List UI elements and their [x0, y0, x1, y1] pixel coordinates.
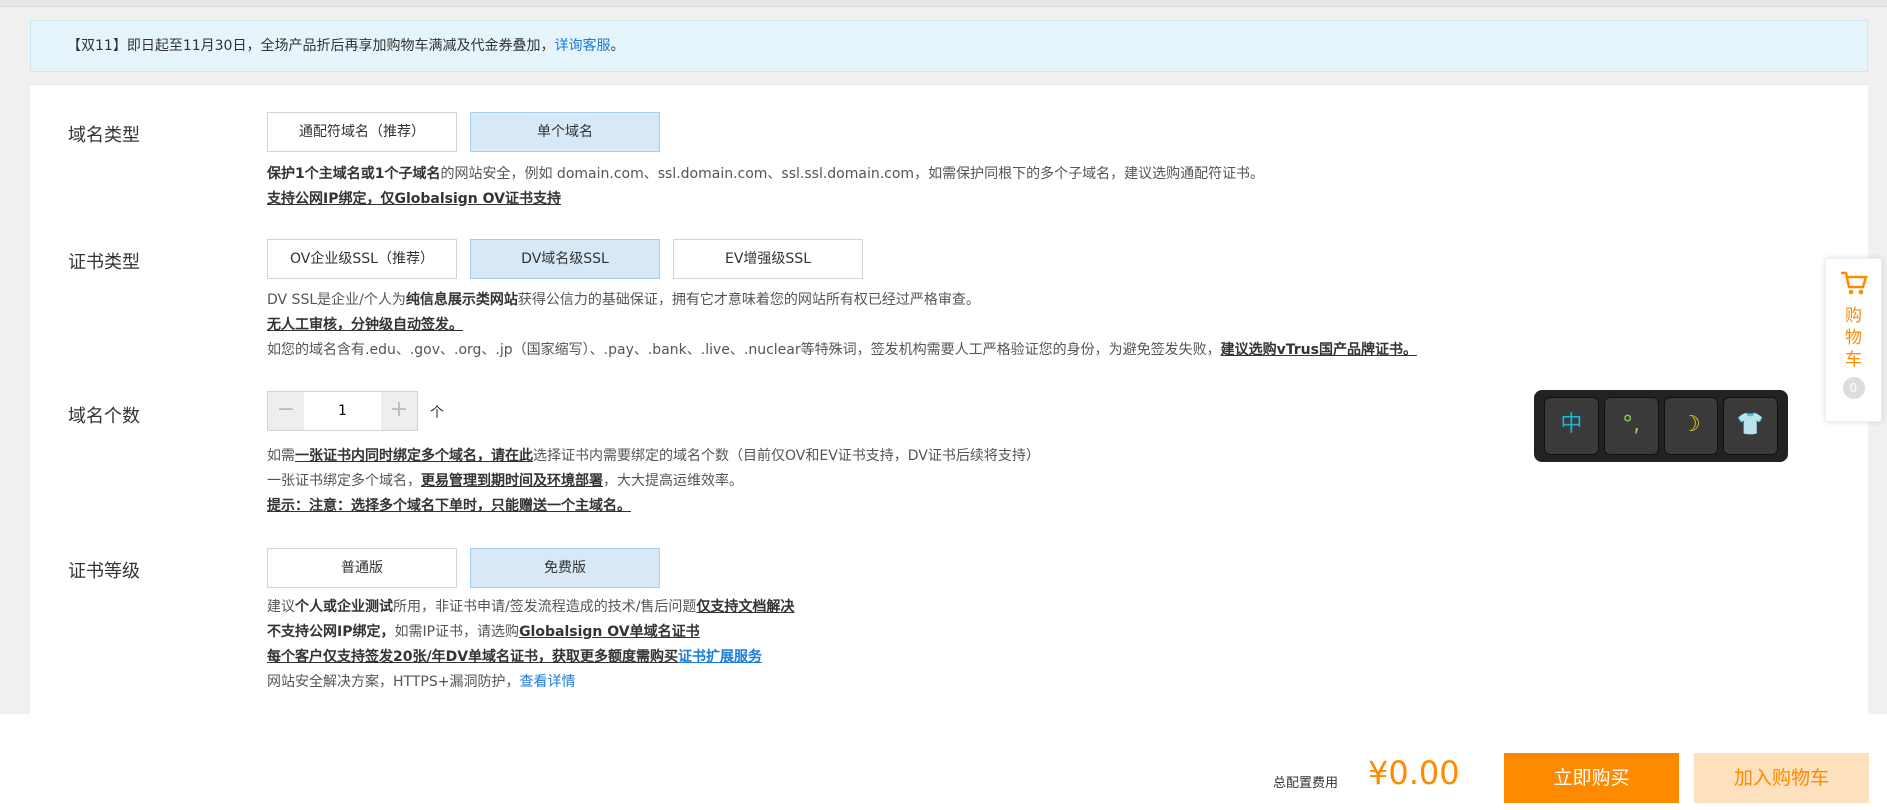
ime-skin-icon[interactable]: 👕 — [1723, 397, 1778, 455]
cart-label: 购物车 — [1845, 306, 1862, 370]
auto-issue-link[interactable]: 无人工审核，分钟级自动签发。 — [267, 317, 463, 333]
easy-manage-link[interactable]: 更易管理到期时间及环境部署 — [421, 473, 603, 489]
ime-chinese-key[interactable]: 中 — [1544, 397, 1599, 455]
desc-text: 如需 — [267, 448, 295, 464]
cert-level-desc: 建议个人或企业测试所用，非证书申请/签发流程造成的技术/售后问题仅支持文档解决 … — [267, 595, 794, 695]
domain-type-desc: 保护1个主域名或1个子域名的网站安全，例如 domain.com、ssl.dom… — [267, 162, 1264, 212]
ime-toolbar: 中 °, ☽ 👕 — [1534, 390, 1788, 462]
desc-text: 获得公信力的基础保证，拥有它才意味着您的网站所有权已经过严格审查。 — [517, 292, 980, 308]
option-single-domain[interactable]: 单个域名 — [470, 112, 660, 152]
desc-bold: 保护1个主域名或1个子域名 — [267, 166, 441, 182]
ip-binding-note-link[interactable]: 支持公网IP绑定，仅Globalsign OV证书支持 — [267, 191, 561, 207]
globalsign-ov-link[interactable]: Globalsign OV单域名证书 — [519, 624, 700, 640]
promo-notice: 【双11】即日起至11月30日，全场产品折后再享加购物车满减及代金券叠加，详询客… — [30, 20, 1868, 72]
domain-count-label: 域名个数 — [68, 406, 140, 427]
total-cost-label: 总配置费用 — [1273, 776, 1339, 791]
desc-text: 网站安全解决方案，HTTPS+漏洞防护， — [267, 674, 520, 690]
view-details-link[interactable]: 查看详情 — [519, 674, 575, 690]
desc-text: 的网站安全，例如 domain.com、ssl.domain.com、ssl.s… — [440, 166, 1265, 182]
desc-text: 所用，非证书申请/签发流程造成的技术/售后问题 — [393, 599, 697, 615]
top-divider — [0, 0, 1887, 7]
domain-count-stepper: − + — [267, 391, 418, 431]
increment-button[interactable]: + — [381, 392, 417, 430]
desc-text: ，大大提高运维效率。 — [603, 473, 743, 489]
option-ev-ssl[interactable]: EV增强级SSL — [673, 239, 863, 279]
dv-quota-link[interactable]: 每个客户仅支持签发20张/年DV单域名证书，获取更多额度需购买 — [267, 649, 678, 665]
tip-link[interactable]: 提示：注意：选择多个域名下单时，只能赠送一个主域名。 — [267, 498, 631, 514]
cart-icon — [1826, 269, 1881, 301]
desc-bold: 纯信息展示类网站 — [405, 292, 518, 308]
add-to-cart-button[interactable]: 加入购物车 — [1694, 753, 1869, 803]
notice-text: 【双11】即日起至11月30日，全场产品折后再享加购物车满减及代金券叠加， — [67, 38, 555, 54]
cart-count-badge: 0 — [1842, 377, 1865, 399]
desc-text: 选择证书内需要绑定的域名个数（目前仅OV和EV证书支持，DV证书后续将支持） — [533, 448, 1040, 464]
option-free[interactable]: 免费版 — [470, 548, 660, 588]
cert-type-label: 证书类型 — [68, 252, 140, 273]
contact-service-link[interactable]: 详询客服 — [554, 38, 610, 54]
desc-bold: 不支持公网IP绑定， — [267, 624, 395, 640]
total-price: ¥0.00 — [1368, 754, 1460, 792]
decrement-button[interactable]: − — [268, 392, 304, 430]
floating-cart[interactable]: 购物车 0 — [1825, 258, 1882, 422]
multi-domain-link[interactable]: 一张证书内同时绑定多个域名，请在此 — [295, 448, 533, 464]
ime-punctuation-key[interactable]: °, — [1603, 397, 1659, 455]
notice-tail: 。 — [610, 38, 625, 54]
vtrus-recommend-link[interactable]: 建议选购vTrus国产品牌证书。 — [1221, 342, 1417, 358]
desc-bold: 个人或企业测试 — [295, 599, 393, 615]
domain-type-label: 域名类型 — [68, 125, 140, 146]
desc-text: 如需IP证书，请选购 — [394, 624, 520, 640]
cert-level-label: 证书等级 — [68, 561, 140, 582]
domain-count-input[interactable] — [304, 392, 381, 430]
ime-moon-icon[interactable]: ☽ — [1663, 397, 1719, 455]
domain-count-desc: 如需一张证书内同时绑定多个域名，请在此选择证书内需要绑定的域名个数（目前仅OV和… — [267, 444, 1040, 519]
buy-now-button[interactable]: 立即购买 — [1504, 753, 1679, 803]
desc-text: DV SSL是企业/个人为 — [267, 292, 406, 308]
desc-text: 如您的域名含有.edu、.gov、.org、.jp（国家缩写）、.pay、.ba… — [267, 342, 1221, 358]
option-ov-ssl[interactable]: OV企业级SSL（推荐） — [267, 239, 457, 279]
option-wildcard-domain[interactable]: 通配符域名（推荐） — [267, 112, 457, 152]
option-standard[interactable]: 普通版 — [267, 548, 457, 588]
doc-support-link[interactable]: 仅支持文档解决 — [696, 599, 794, 615]
cert-type-desc: DV SSL是企业/个人为纯信息展示类网站获得公信力的基础保证，拥有它才意味着您… — [267, 288, 1417, 363]
desc-text: 建议 — [267, 599, 295, 615]
option-dv-ssl[interactable]: DV域名级SSL — [470, 239, 660, 279]
desc-text: 一张证书绑定多个域名， — [267, 473, 421, 489]
count-unit: 个 — [430, 405, 444, 421]
cert-extension-link[interactable]: 证书扩展服务 — [678, 649, 762, 665]
